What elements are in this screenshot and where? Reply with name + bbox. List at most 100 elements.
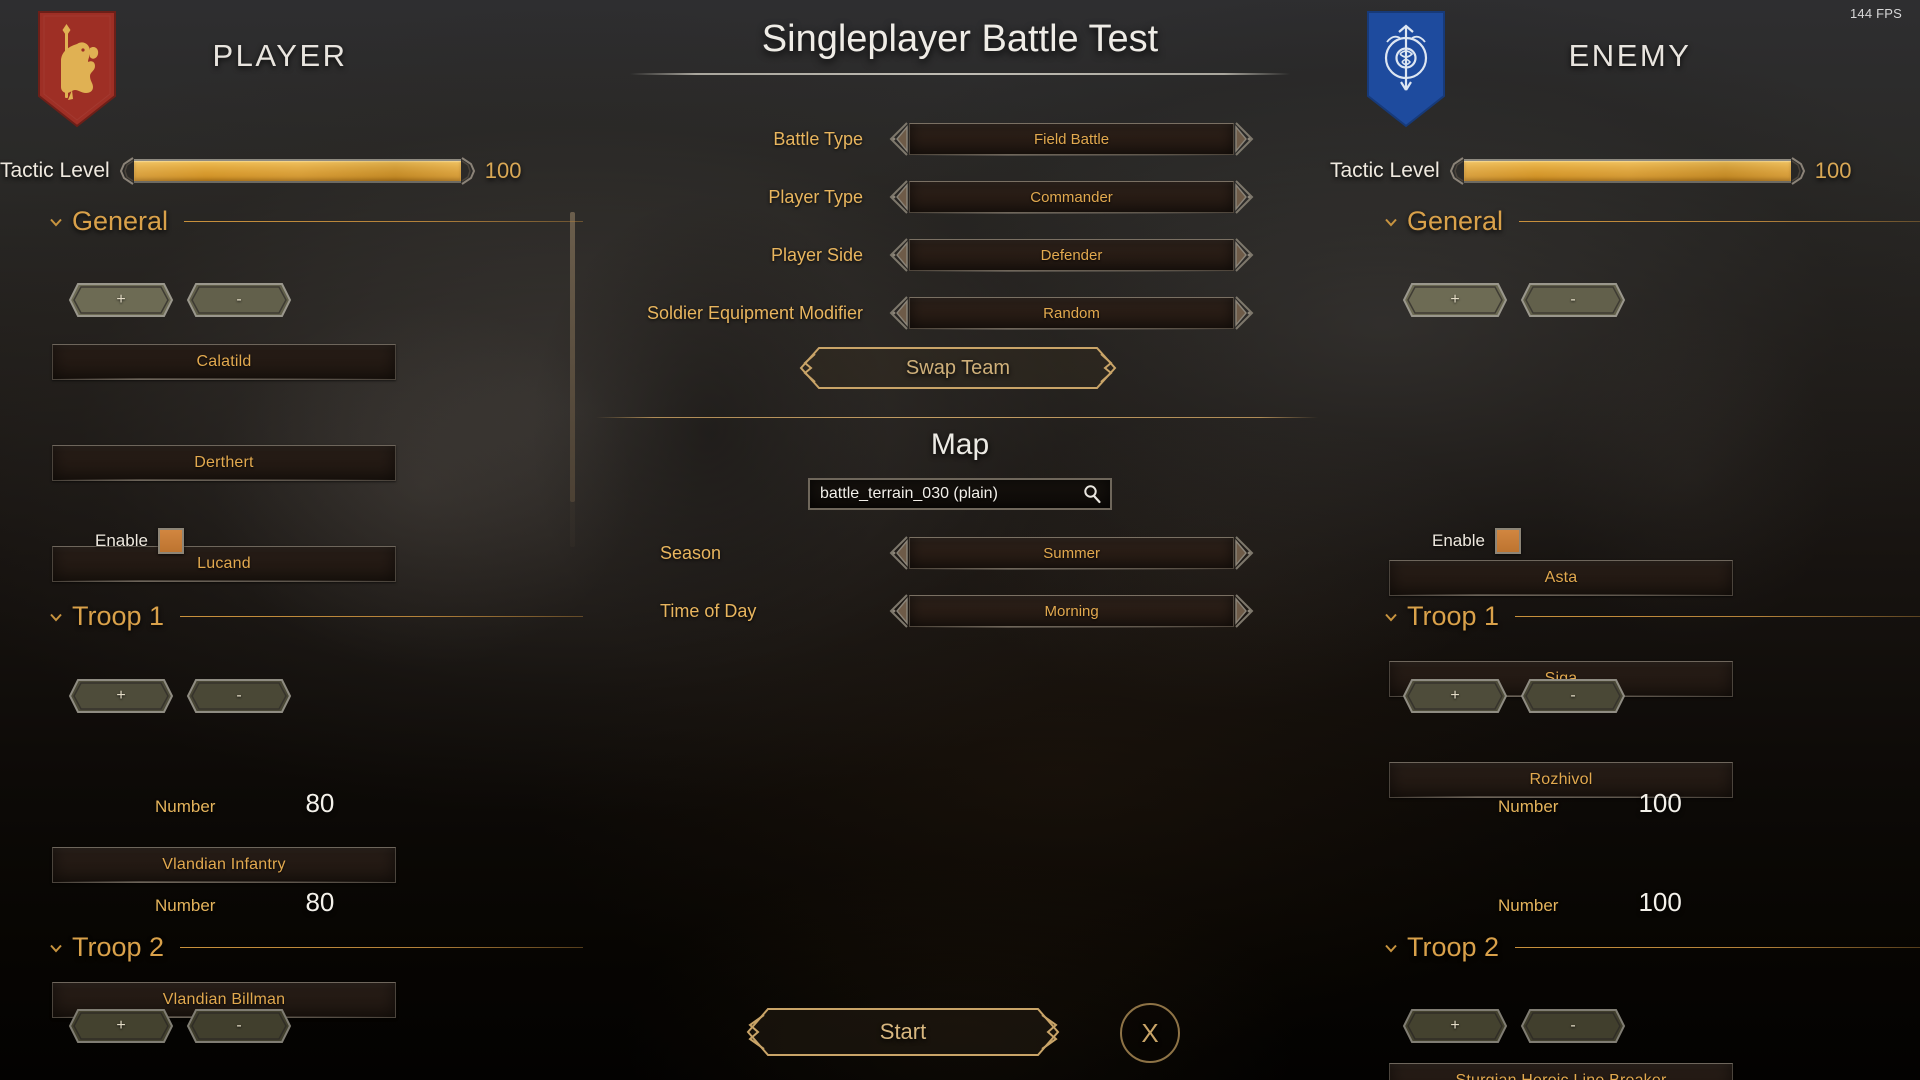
bar-fill xyxy=(133,161,461,181)
player-troop2-add-button[interactable]: + xyxy=(68,1008,174,1044)
search-icon[interactable] xyxy=(1082,484,1102,504)
bar-right-cap-icon xyxy=(461,157,475,185)
chevron-down-icon xyxy=(48,214,64,230)
bar-left-cap-icon xyxy=(119,157,134,185)
selector-next-arrow-icon[interactable] xyxy=(1234,236,1260,274)
enemy-troop1-number-row: Number 100 xyxy=(1498,887,1748,918)
selector-next-arrow-icon[interactable] xyxy=(1234,534,1260,572)
enemy-troop1-entry[interactable]: Sturgian Heroic Line Breaker xyxy=(1389,1063,1733,1080)
selector-prev-arrow-icon[interactable] xyxy=(883,120,909,158)
enemy-general-remove-button[interactable]: - xyxy=(1520,282,1626,318)
enemy-troop1-add-button[interactable]: + xyxy=(1402,678,1508,714)
player-general-enable-checkbox[interactable] xyxy=(157,528,184,554)
map-search-input[interactable]: battle_terrain_030 (plain) xyxy=(820,485,1082,503)
section-rule xyxy=(184,221,583,222)
map-search-field[interactable]: battle_terrain_030 (plain) xyxy=(808,478,1112,510)
player-section-troop-2[interactable]: Troop 2 xyxy=(48,932,583,963)
player-tactic-label: Tactic Level xyxy=(0,159,110,182)
swap-team-button[interactable]: Swap Team xyxy=(797,345,1119,391)
player-general-entry[interactable]: Calatild xyxy=(52,344,396,380)
section-title: Troop 2 xyxy=(1407,932,1500,962)
enemy-section-troop-1[interactable]: Troop 1 xyxy=(1383,601,1920,632)
option-row-battle-type: Battle Type Field Battle xyxy=(620,120,1260,158)
player-scrollbar[interactable] xyxy=(570,212,575,547)
enemy-section-general[interactable]: General xyxy=(1383,206,1920,237)
number-value: 100 xyxy=(1638,887,1682,917)
section-title: Troop 1 xyxy=(1407,601,1500,631)
selector: Summer xyxy=(883,534,1260,572)
bar-fill xyxy=(1463,161,1791,181)
chevron-down-icon xyxy=(1383,940,1399,956)
number-value: 100 xyxy=(1638,788,1682,818)
option-row-soldier-equipment-modifier: Soldier Equipment Modifier Random xyxy=(620,294,1260,332)
enemy-general-entry[interactable]: Asta xyxy=(1389,560,1733,596)
center-panel: Singleplayer Battle Test xyxy=(630,18,1290,75)
close-button[interactable]: X xyxy=(1120,1003,1180,1063)
player-title: PLAYER xyxy=(212,38,348,73)
player-general-enable-row: Enable xyxy=(95,528,184,554)
player-section-general[interactable]: General xyxy=(48,206,583,237)
selector-next-arrow-icon[interactable] xyxy=(1234,294,1260,332)
selector-next-arrow-icon[interactable] xyxy=(1234,178,1260,216)
enemy-general-enable-row: Enable xyxy=(1432,528,1521,554)
bar-track xyxy=(1463,159,1791,183)
entry-label: Sturgian Heroic Line Breaker xyxy=(1455,1072,1666,1080)
enemy-general-enable-checkbox[interactable] xyxy=(1494,528,1521,554)
number-label: Number xyxy=(1498,797,1559,816)
chevron-down-icon xyxy=(1383,609,1399,625)
enemy-tactic-bar[interactable] xyxy=(1449,157,1805,185)
player-general-remove-button[interactable]: - xyxy=(186,282,292,318)
vlandia-banner-icon xyxy=(38,11,116,128)
player-general-add-button[interactable]: + xyxy=(68,282,174,318)
section-title: General xyxy=(72,206,169,236)
selector-value[interactable]: Defender xyxy=(909,239,1234,272)
entry-label: Derthert xyxy=(194,454,254,471)
entry-label: Vlandian Infantry xyxy=(162,856,286,873)
enemy-troop2-remove-button[interactable]: - xyxy=(1520,1008,1626,1044)
player-troop1-remove-button[interactable]: - xyxy=(186,678,292,714)
player-section-troop-1[interactable]: Troop 1 xyxy=(48,601,583,632)
option-label: Player Side xyxy=(770,244,864,265)
selector-next-arrow-icon[interactable] xyxy=(1234,592,1260,630)
enemy-section-troop-2[interactable]: Troop 2 xyxy=(1383,932,1920,963)
option-row-player-side: Player Side Defender xyxy=(620,236,1260,274)
start-button[interactable]: Start xyxy=(742,1005,1064,1059)
selector-prev-arrow-icon[interactable] xyxy=(883,592,909,630)
section-rule xyxy=(1519,221,1920,222)
selector-next-arrow-icon[interactable] xyxy=(1234,120,1260,158)
enemy-banner xyxy=(1365,10,1447,128)
enemy-general-steppers: + - xyxy=(1402,282,1626,318)
enemy-troop2-add-button[interactable]: + xyxy=(1402,1008,1508,1044)
selector-value[interactable]: Summer xyxy=(909,537,1234,570)
player-troop2-remove-button[interactable]: - xyxy=(186,1008,292,1044)
selector-value[interactable]: Commander xyxy=(909,181,1234,214)
chevron-down-icon xyxy=(1383,214,1399,230)
number-value: 80 xyxy=(305,788,335,818)
scrollbar-thumb[interactable] xyxy=(570,212,575,502)
option-label: Soldier Equipment Modifier xyxy=(646,302,864,323)
selector-prev-arrow-icon[interactable] xyxy=(883,178,909,216)
selector-prev-arrow-icon[interactable] xyxy=(883,534,909,572)
fps-counter: 144 FPS xyxy=(1850,6,1902,21)
option-row-season: Season Summer xyxy=(620,534,1260,572)
player-tactic-level-row: Tactic Level 100 xyxy=(0,157,560,185)
selector: Field Battle xyxy=(883,120,1260,158)
section-title: Troop 2 xyxy=(72,932,165,962)
player-troop1-entry[interactable]: Vlandian Infantry xyxy=(52,847,396,883)
player-troop1-add-button[interactable]: + xyxy=(68,678,174,714)
selector-value[interactable]: Morning xyxy=(909,595,1234,628)
player-general-entry[interactable]: Derthert xyxy=(52,445,396,481)
enemy-tactic-value: 100 xyxy=(1814,158,1852,183)
enemy-tactic-level-row: Tactic Level 100 xyxy=(1330,157,1920,185)
selector-value[interactable]: Random xyxy=(909,297,1234,330)
option-label: Time of Day xyxy=(660,600,757,621)
selector-prev-arrow-icon[interactable] xyxy=(883,236,909,274)
selector-value[interactable]: Field Battle xyxy=(909,123,1234,156)
map-section-divider xyxy=(596,417,1318,418)
enemy-general-add-button[interactable]: + xyxy=(1402,282,1508,318)
selector-prev-arrow-icon[interactable] xyxy=(883,294,909,332)
enemy-troop1-remove-button[interactable]: - xyxy=(1520,678,1626,714)
enemy-troop2-steppers: + - xyxy=(1402,1008,1626,1044)
chevron-down-icon xyxy=(48,609,64,625)
player-tactic-bar[interactable] xyxy=(119,157,475,185)
